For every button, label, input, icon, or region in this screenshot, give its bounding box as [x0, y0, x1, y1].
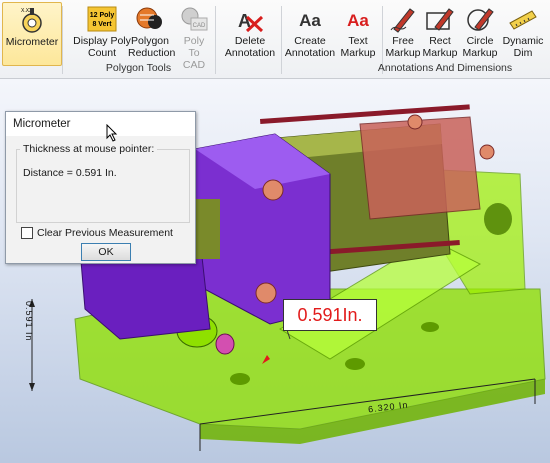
display-poly-count-label: Display Poly Count [73, 35, 131, 59]
ribbon-separator [281, 6, 282, 74]
annotations-group-label: Annotations And Dimensions [377, 62, 513, 74]
circle-markup-button[interactable]: Circle Markup [462, 2, 498, 64]
dynamic-dim-icon [508, 5, 538, 33]
text-markup-glyph: Aa [347, 11, 369, 30]
ribbon-separator [62, 6, 63, 74]
dialog-title[interactable]: Micrometer [6, 112, 195, 136]
free-markup-icon [388, 5, 418, 33]
polygon-reduction-icon [135, 5, 165, 33]
ribbon-separator [215, 6, 216, 74]
measurement-callout: 0.591In. [283, 299, 377, 331]
polygon-reduction-label: Polygon Reduction [128, 35, 176, 59]
poly-count-line2: 8 Vert [92, 21, 112, 28]
thickness-group-label: Thickness at mouse pointer: [20, 143, 158, 155]
delete-annotation-button[interactable]: A Delete Annotation [222, 2, 278, 64]
poly-to-cad-button[interactable]: CAD Poly To CAD [177, 2, 211, 71]
clear-measurement-label: Clear Previous Measurement [37, 227, 173, 239]
delete-annotation-label: Delete Annotation [224, 35, 276, 59]
rect-markup-button[interactable]: Rect Markup [422, 2, 458, 64]
dynamic-dim-label: Dynamic Dim [502, 35, 544, 59]
poly-to-cad-badge: CAD [193, 23, 206, 29]
micrometer-icon: X.XX [17, 6, 47, 34]
mouse-cursor-icon [106, 124, 118, 142]
poly-to-cad-icon: CAD [179, 5, 209, 33]
ribbon-toolbar: X.XX Micrometer 12 Poly 8 Vert Display P… [0, 0, 550, 79]
rect-markup-icon [425, 5, 455, 33]
circle-markup-icon [465, 5, 495, 33]
create-annotation-button[interactable]: Aa Create Annotation [283, 2, 337, 64]
display-poly-count-button[interactable]: 12 Poly 8 Vert Display Poly Count [73, 2, 131, 64]
text-markup-icon: Aa [343, 5, 373, 33]
poly-count-line1: 12 Poly [90, 12, 115, 19]
micrometer-dialog: Micrometer Thickness at mouse pointer: D… [5, 111, 196, 264]
micrometer-label: Micrometer [5, 36, 59, 48]
delete-annotation-icon: A [235, 5, 265, 33]
vertical-dimension-label: 0.591 In [24, 301, 34, 342]
distance-readout: Distance = 0.591 In. [23, 167, 117, 179]
create-annotation-label: Create Annotation [284, 35, 336, 59]
clear-measurement-checkbox[interactable]: Clear Previous Measurement [21, 227, 173, 239]
rect-markup-label: Rect Markup [422, 35, 458, 59]
free-markup-label: Free Markup [385, 35, 421, 59]
circle-markup-label: Circle Markup [462, 35, 498, 59]
polygon-reduction-button[interactable]: Polygon Reduction [128, 2, 176, 64]
dynamic-dim-button[interactable]: Dynamic Dim [500, 2, 546, 64]
poly-count-icon: 12 Poly 8 Vert [87, 5, 117, 33]
thickness-group-box [16, 149, 190, 223]
ok-button[interactable]: OK [81, 243, 131, 261]
text-markup-label: Text Markup [340, 35, 376, 59]
polygon-tools-group-label: Polygon Tools [105, 62, 172, 74]
micrometer-button[interactable]: X.XX Micrometer [2, 2, 62, 66]
create-annotation-glyph: Aa [299, 11, 321, 30]
checkbox-box[interactable] [21, 227, 33, 239]
create-annotation-icon: Aa [295, 5, 325, 33]
free-markup-button[interactable]: Free Markup [385, 2, 421, 64]
text-markup-button[interactable]: Aa Text Markup [338, 2, 378, 64]
